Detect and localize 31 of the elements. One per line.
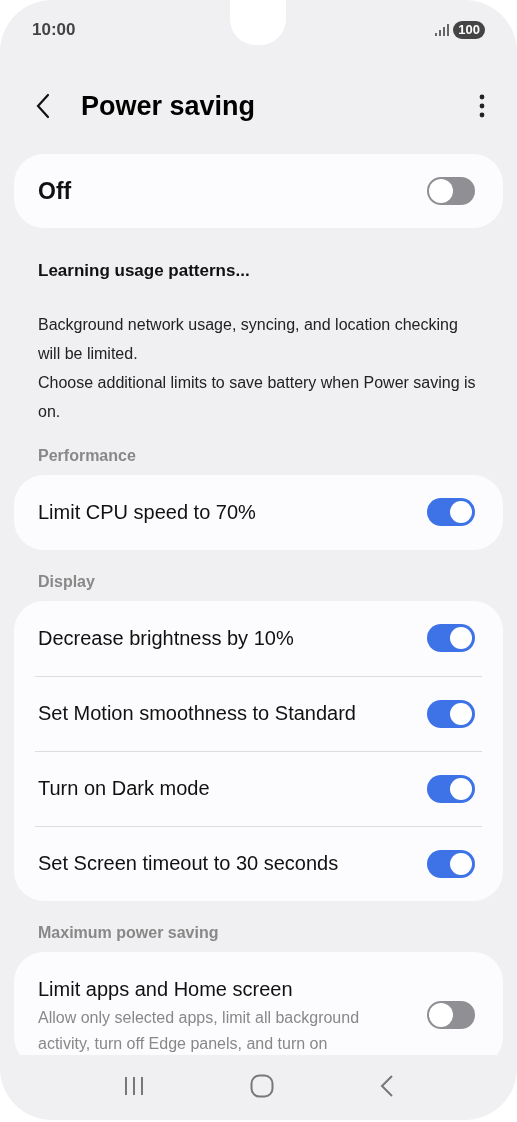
toggle-switch[interactable]	[427, 849, 475, 878]
toggle-switch[interactable]	[427, 699, 475, 728]
more-options-icon[interactable]	[479, 94, 485, 118]
section-header: Maximum power saving	[37, 922, 220, 943]
toggle-switch[interactable]	[427, 624, 475, 652]
master-switch-label: Off	[38, 176, 72, 206]
toggle-switch[interactable]	[427, 177, 475, 205]
battery-level: 100	[453, 21, 485, 39]
setting-label: Limit apps and Home screen	[38, 976, 294, 1002]
master-switch-card[interactable]: Off	[14, 154, 503, 228]
status-time: 10:00	[32, 19, 76, 42]
back-nav-icon[interactable]	[380, 1073, 395, 1098]
toggle-switch[interactable]	[427, 774, 475, 803]
toggle-switch[interactable]	[427, 498, 475, 526]
info-text: Background network usage, syncing, and location checking will be limited.	[38, 314, 459, 364]
setting-label: Limit CPU speed to 70%	[38, 499, 256, 525]
home-icon[interactable]	[250, 1073, 275, 1098]
recent-apps-icon[interactable]	[122, 1075, 145, 1096]
setting-description: Allow only selected apps, limit all background activity, turn off Edge panels, and turn on	[38, 1007, 361, 1054]
back-icon[interactable]	[36, 93, 50, 119]
page-title: Power saving	[81, 89, 256, 123]
setting-label: Set Screen timeout to 30 seconds	[38, 851, 339, 876]
setting-label: Decrease brightness by 10%	[38, 625, 294, 651]
toggle-switch[interactable]	[427, 1001, 475, 1029]
setting-label: Turn on Dark mode	[38, 776, 210, 801]
info-title: Learning usage patterns...	[37, 260, 251, 282]
setting-label: Set Motion smoothness to Standard	[38, 701, 356, 726]
signal-icon	[435, 24, 450, 36]
section-header: Performance	[37, 445, 137, 466]
info-text: Choose additional limits to save battery when Power saving is on.	[38, 372, 477, 422]
section-header: Display	[37, 571, 96, 592]
